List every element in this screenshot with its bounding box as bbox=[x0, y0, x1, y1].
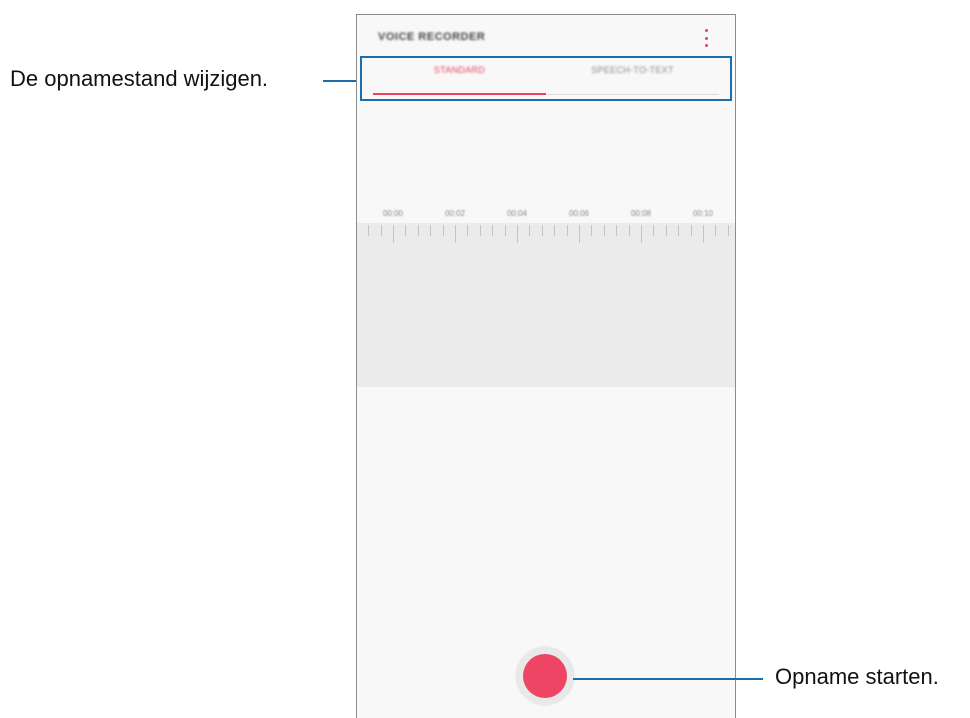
timeline-tick bbox=[727, 225, 729, 236]
waveform-area bbox=[357, 223, 735, 387]
callout-record-text: Opname starten. bbox=[775, 664, 939, 689]
timeline-tick bbox=[616, 225, 618, 236]
timeline-tick bbox=[442, 225, 444, 236]
timeline-tick bbox=[529, 225, 531, 236]
timeline-tick bbox=[417, 225, 419, 236]
timeline-tick bbox=[393, 225, 394, 243]
timeline-label: 00:08 bbox=[630, 209, 652, 218]
timeline-tick bbox=[430, 225, 432, 236]
timeline-label: 00:02 bbox=[444, 209, 466, 218]
timeline-tick bbox=[554, 225, 556, 236]
tabs-highlight-box bbox=[360, 56, 732, 101]
timeline-label: 00:00 bbox=[382, 209, 404, 218]
phone-screen: VOICE RECORDER STANDARD SPEECH-TO-TEXT 0… bbox=[356, 14, 736, 718]
timeline-tick bbox=[591, 225, 593, 236]
timeline-tick bbox=[479, 225, 481, 236]
timeline-tick bbox=[628, 225, 630, 236]
timeline-tick bbox=[603, 225, 605, 236]
timeline-tick bbox=[715, 225, 717, 236]
timeline-tick bbox=[541, 225, 543, 236]
timeline-tick bbox=[405, 225, 407, 236]
timeline-tick bbox=[492, 225, 494, 236]
timeline-tick bbox=[641, 225, 642, 243]
timeline-tick bbox=[678, 225, 680, 236]
timeline-tick bbox=[517, 225, 518, 243]
callout-mode-text: De opnamestand wijzigen. bbox=[10, 66, 269, 91]
timeline-tick bbox=[703, 225, 704, 243]
timeline-tick bbox=[368, 225, 370, 236]
callout-record-line bbox=[573, 678, 763, 680]
timeline-tick bbox=[665, 225, 667, 236]
callout-mode-line bbox=[323, 80, 360, 82]
timeline-labels: 00:00 00:02 00:04 00:06 00:08 00:10 bbox=[357, 209, 735, 221]
timeline-tick bbox=[653, 225, 655, 236]
timeline-label: 00:10 bbox=[692, 209, 714, 218]
more-options-icon[interactable] bbox=[700, 29, 712, 47]
timeline-tick bbox=[566, 225, 568, 236]
record-icon bbox=[523, 654, 567, 698]
timeline-tick bbox=[455, 225, 456, 243]
timeline-tick bbox=[467, 225, 469, 236]
timeline-tick bbox=[579, 225, 580, 243]
timeline-tick bbox=[690, 225, 692, 236]
timeline-tick bbox=[380, 225, 382, 236]
app-title: VOICE RECORDER bbox=[378, 31, 486, 43]
record-button[interactable] bbox=[517, 648, 573, 704]
timeline-label: 00:06 bbox=[568, 209, 590, 218]
timeline-tick bbox=[504, 225, 506, 236]
timeline-label: 00:04 bbox=[506, 209, 528, 218]
timeline-ruler bbox=[357, 225, 735, 243]
